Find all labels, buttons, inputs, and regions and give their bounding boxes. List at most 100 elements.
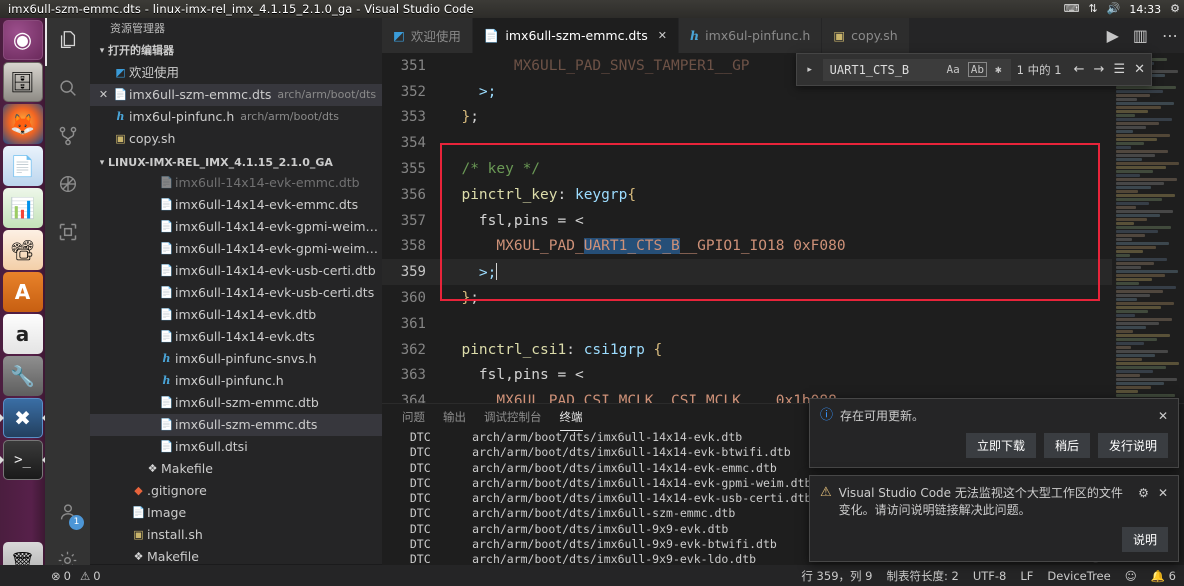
clock[interactable]: 14:33 xyxy=(1129,3,1161,16)
open-editor-copy-sh[interactable]: ▣ copy.sh xyxy=(90,128,382,150)
volume-icon[interactable]: 🔊 xyxy=(1107,0,1121,18)
tree-item[interactable]: 📄 imx6ull-14x14-evk.dts xyxy=(90,326,382,348)
find-close-button[interactable]: ✕ xyxy=(1134,62,1145,77)
network-icon[interactable]: ⇅ xyxy=(1089,0,1098,18)
launcher-item-ubuntu-dash[interactable]: ◉ xyxy=(2,20,43,60)
find-in-selection-button[interactable]: ☰ xyxy=(1113,62,1125,77)
code-line[interactable]: 363 fsl,pins = < xyxy=(382,363,1184,389)
minimap-line xyxy=(1116,202,1149,205)
find-widget[interactable]: ▸ UART1_CTS_B Aa Ab ✱ 1 中的 1 ← → ☰ ✕ xyxy=(795,53,1152,86)
file-tree[interactable]: 📄 imx6ull-14x14-evk-emmc.dtb 📄 imx6ull-14x1… xyxy=(90,172,382,566)
launcher-item-firefox[interactable]: 🦊 xyxy=(2,104,43,144)
close-icon[interactable]: ✕ xyxy=(658,29,667,42)
activity-debug[interactable] xyxy=(45,162,90,210)
section-open-editors[interactable]: ▾ 打开的编辑器 xyxy=(90,40,382,62)
tree-item[interactable]: ❖ Makefile xyxy=(90,546,382,566)
open-editor-imx6ul-pinfunc-h[interactable]: h imx6ul-pinfunc.h arch/arm/boot/dts xyxy=(90,106,382,128)
tree-item[interactable]: ◆ .gitignore xyxy=(90,480,382,502)
notification-file-watcher-warning[interactable]: ⚠ Visual Studio Code 无法监视这个大型工作区的文件变化。请访… xyxy=(809,475,1179,562)
launcher-item-system-settings[interactable]: 🔧 xyxy=(2,356,43,396)
later-button[interactable]: 稍后 xyxy=(1043,433,1090,458)
tree-item[interactable]: 📄 imx6ull-szm-emmc.dts xyxy=(90,414,382,436)
keyboard-icon[interactable]: ⌨ xyxy=(1064,0,1080,18)
activity-explorer[interactable] xyxy=(45,18,90,66)
gear-icon[interactable]: ⚙ xyxy=(1138,486,1149,500)
launcher-item-libreoffice-calc[interactable]: 📊 xyxy=(2,188,43,228)
launcher-item-ubuntu-software[interactable]: A xyxy=(2,272,43,312)
notification-update-available[interactable]: ⓘ 存在可用更新。 ✕ 立即下载 稍后 发行说明 xyxy=(809,398,1179,468)
minimap-line xyxy=(1116,198,1162,201)
launcher-item-visual-studio-code[interactable]: ✖ xyxy=(0,398,47,438)
code-line[interactable]: 362 pinctrl_csi1: csi1grp { xyxy=(382,337,1184,363)
chevron-right-icon[interactable]: ▸ xyxy=(803,65,817,75)
match-case-icon[interactable]: Aa xyxy=(945,63,962,76)
close-icon[interactable]: ✕ xyxy=(1158,409,1168,423)
code-editor[interactable]: 351 MX6ULL_PAD_SNVS_TAMPER1__GP 352 >; 353… xyxy=(382,53,1184,403)
activity-accounts[interactable]: 1 xyxy=(45,490,90,538)
activity-extensions[interactable] xyxy=(45,210,90,258)
code-line[interactable]: 353 }; xyxy=(382,105,1184,131)
regex-icon[interactable]: ✱ xyxy=(993,63,1004,76)
tab-imx6ul-pinfunc-h[interactable]: h imx6ul-pinfunc.h xyxy=(679,18,823,53)
tree-item[interactable]: 📄 Image xyxy=(90,502,382,524)
tree-item[interactable]: 📄 imx6ull-szm-emmc.dtb xyxy=(90,392,382,414)
panel-tab-debug-console[interactable]: 调试控制台 xyxy=(484,409,542,425)
gear-icon[interactable]: ⚙ xyxy=(1170,0,1180,18)
open-editor-welcome[interactable]: ◩ 欢迎使用 xyxy=(90,62,382,84)
release-notes-button[interactable]: 发行说明 xyxy=(1097,433,1168,458)
launcher-item-terminal[interactable]: >_ xyxy=(0,440,47,480)
tree-item[interactable]: 📄 imx6ull.dtsi xyxy=(90,436,382,458)
launcher-item-libreoffice-impress[interactable]: 📽 xyxy=(2,230,43,270)
panel-tab-problems[interactable]: 问题 xyxy=(402,409,425,425)
status-feedback-icon[interactable]: ☺ xyxy=(1125,569,1137,583)
find-input[interactable]: UART1_CTS_B Aa Ab ✱ xyxy=(822,58,1011,81)
file-icon: 📄 xyxy=(483,27,500,43)
panel-tab-terminal[interactable]: 终端 xyxy=(559,409,583,431)
tree-item[interactable]: ▣ install.sh xyxy=(90,524,382,546)
download-now-button[interactable]: 立即下载 xyxy=(965,433,1036,458)
tree-item[interactable]: 📄 imx6ull-14x14-evk.dtb xyxy=(90,304,382,326)
find-next-button[interactable]: → xyxy=(1094,62,1105,77)
tree-item[interactable]: 📄 imx6ull-14x14-evk-usb-certi.dtb xyxy=(90,260,382,282)
close-icon[interactable]: ✕ xyxy=(1158,486,1168,500)
code-line[interactable]: 361 xyxy=(382,311,1184,337)
status-problems[interactable]: ⊗ 0 ⚠ 0 xyxy=(51,569,101,583)
tree-item[interactable]: h imx6ull-pinfunc-snvs.h xyxy=(90,348,382,370)
section-workspace[interactable]: ▾ LINUX-IMX-REL_IMX_4.1.15_2.1.0_GA xyxy=(90,152,382,174)
tab-copy-sh[interactable]: ▣ copy.sh xyxy=(822,18,910,53)
status-indentation[interactable]: 制表符长度: 2 xyxy=(886,568,958,584)
launcher-item-libreoffice-writer[interactable]: 📄 xyxy=(2,146,43,186)
launcher-item-files[interactable]: 🗄 xyxy=(2,62,43,102)
status-cursor-position[interactable]: 行 359，列 9 xyxy=(801,568,872,584)
minimap[interactable] xyxy=(1112,53,1184,403)
activity-search[interactable] xyxy=(45,66,90,114)
close-icon[interactable]: ✕ xyxy=(95,84,112,106)
open-editor-imx6ull-szm-emmc-dts[interactable]: ✕ 📄 imx6ull-szm-emmc.dts arch/arm/boot/d… xyxy=(90,84,382,106)
tree-item[interactable]: 📄 imx6ull-14x14-evk-emmc.dts xyxy=(90,194,382,216)
whole-word-icon[interactable]: Ab xyxy=(967,62,988,77)
tree-item[interactable]: ❖ Makefile xyxy=(90,458,382,480)
minimap-line xyxy=(1116,126,1146,129)
status-language-mode[interactable]: DeviceTree xyxy=(1047,569,1110,583)
split-editor-button[interactable]: ▥ xyxy=(1133,26,1148,45)
status-notifications-bell[interactable]: 🔔 6 xyxy=(1151,569,1176,583)
minimap-line xyxy=(1116,362,1179,365)
tab-welcome[interactable]: ◩ 欢迎使用 xyxy=(382,18,473,53)
run-button[interactable]: ▶ xyxy=(1107,26,1119,45)
status-encoding[interactable]: UTF-8 xyxy=(973,569,1007,583)
panel-tab-output[interactable]: 输出 xyxy=(443,409,466,425)
tree-item[interactable]: 📄 imx6ull-14x14-evk-emmc.dtb xyxy=(90,172,382,194)
find-previous-button[interactable]: ← xyxy=(1074,62,1085,77)
activity-source-control[interactable] xyxy=(45,114,90,162)
tree-item[interactable]: h imx6ull-pinfunc.h xyxy=(90,370,382,392)
tree-item[interactable]: 📄 imx6ull-14x14-evk-gpmi-weim.dts xyxy=(90,238,382,260)
status-eol[interactable]: LF xyxy=(1020,569,1033,583)
code-token: fsl,pins = < xyxy=(444,367,584,384)
instructions-button[interactable]: 说明 xyxy=(1121,527,1168,552)
tree-item[interactable]: 📄 imx6ull-14x14-evk-gpmi-weim.dtb xyxy=(90,216,382,238)
tab-imx6ull-szm-emmc-dts[interactable]: 📄 imx6ull-szm-emmc.dts ✕ xyxy=(472,18,680,53)
more-actions-button[interactable]: ⋯ xyxy=(1162,26,1178,45)
tree-item[interactable]: 📄 imx6ull-14x14-evk-usb-certi.dts xyxy=(90,282,382,304)
launcher-item-amazon[interactable]: a xyxy=(2,314,43,354)
